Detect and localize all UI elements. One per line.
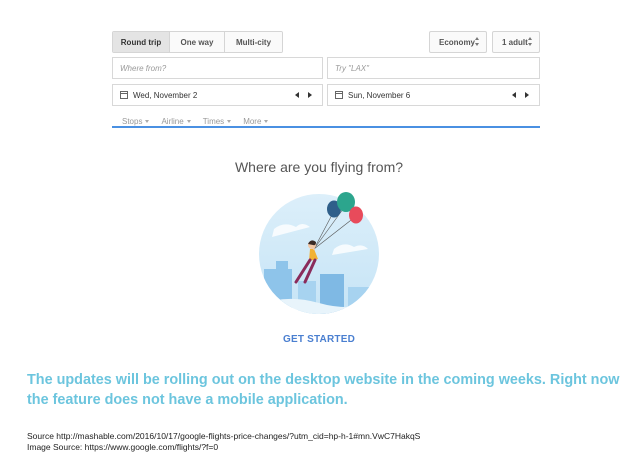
source-link: Source http://mashable.com/2016/10/17/go… xyxy=(27,431,421,441)
up-down-arrows-icon xyxy=(528,37,533,48)
one-way-button[interactable]: One way xyxy=(170,32,225,52)
stops-filter[interactable]: Stops xyxy=(122,116,150,126)
calendar-icon xyxy=(120,91,128,99)
destination-placeholder: Try "LAX" xyxy=(335,63,369,73)
route-row: Where from? Try "LAX" xyxy=(112,57,540,81)
flight-search-widget: Round trip One way Multi-city Economy 1 … xyxy=(112,31,540,131)
balloon-illustration xyxy=(254,189,384,324)
caret-down-icon xyxy=(227,119,232,123)
return-date-value: Sun, November 6 xyxy=(348,90,411,100)
round-trip-button[interactable]: Round trip xyxy=(113,32,170,52)
passengers-value: 1 adult xyxy=(502,37,528,47)
times-filter[interactable]: Times xyxy=(202,116,232,126)
next-day-icon[interactable] xyxy=(525,92,529,98)
page-heading: Where are you flying from? xyxy=(234,159,404,175)
depart-date-arrows xyxy=(295,92,312,98)
caret-down-icon xyxy=(145,119,150,123)
balloon-girl-icon xyxy=(259,192,379,314)
source-credits: Source http://mashable.com/2016/10/17/go… xyxy=(27,431,420,453)
multi-city-button[interactable]: Multi-city xyxy=(225,32,282,52)
times-filter-label: Times xyxy=(202,116,225,126)
origin-input[interactable]: Where from? xyxy=(112,57,323,79)
search-toolbar: Round trip One way Multi-city Economy 1 … xyxy=(112,31,540,55)
next-day-icon[interactable] xyxy=(308,92,312,98)
dates-row: Wed, November 2 Sun, November 6 xyxy=(112,84,540,108)
return-date-arrows xyxy=(512,92,529,98)
depart-date-value: Wed, November 2 xyxy=(133,90,198,100)
airline-filter[interactable]: Airline xyxy=(161,116,191,126)
up-down-arrows-icon xyxy=(475,37,480,48)
previous-day-icon[interactable] xyxy=(512,92,516,98)
caret-down-icon xyxy=(264,119,269,123)
filter-bar: Stops Airline Times More xyxy=(112,111,540,131)
origin-placeholder: Where from? xyxy=(120,63,167,73)
accent-divider xyxy=(112,126,540,128)
passengers-select[interactable]: 1 adult xyxy=(492,31,540,53)
more-filter-label: More xyxy=(243,116,262,126)
image-source-link: Image Source: https://www.google.com/fli… xyxy=(27,442,219,452)
slide-caption: The updates will be rolling out on the d… xyxy=(27,372,620,408)
get-started-button[interactable]: GET STARTED xyxy=(0,334,638,345)
return-date-field[interactable]: Sun, November 6 xyxy=(327,84,540,106)
previous-day-icon[interactable] xyxy=(295,92,299,98)
cabin-class-select[interactable]: Economy xyxy=(429,31,487,53)
calendar-icon xyxy=(335,91,343,99)
stops-filter-label: Stops xyxy=(122,116,143,126)
depart-date-field[interactable]: Wed, November 2 xyxy=(112,84,323,106)
trip-type-group: Round trip One way Multi-city xyxy=(112,31,283,53)
airline-filter-label: Airline xyxy=(161,116,184,126)
cabin-class-value: Economy xyxy=(439,37,476,47)
destination-input[interactable]: Try "LAX" xyxy=(327,57,540,79)
caret-down-icon xyxy=(186,119,191,123)
more-filter[interactable]: More xyxy=(243,116,269,126)
